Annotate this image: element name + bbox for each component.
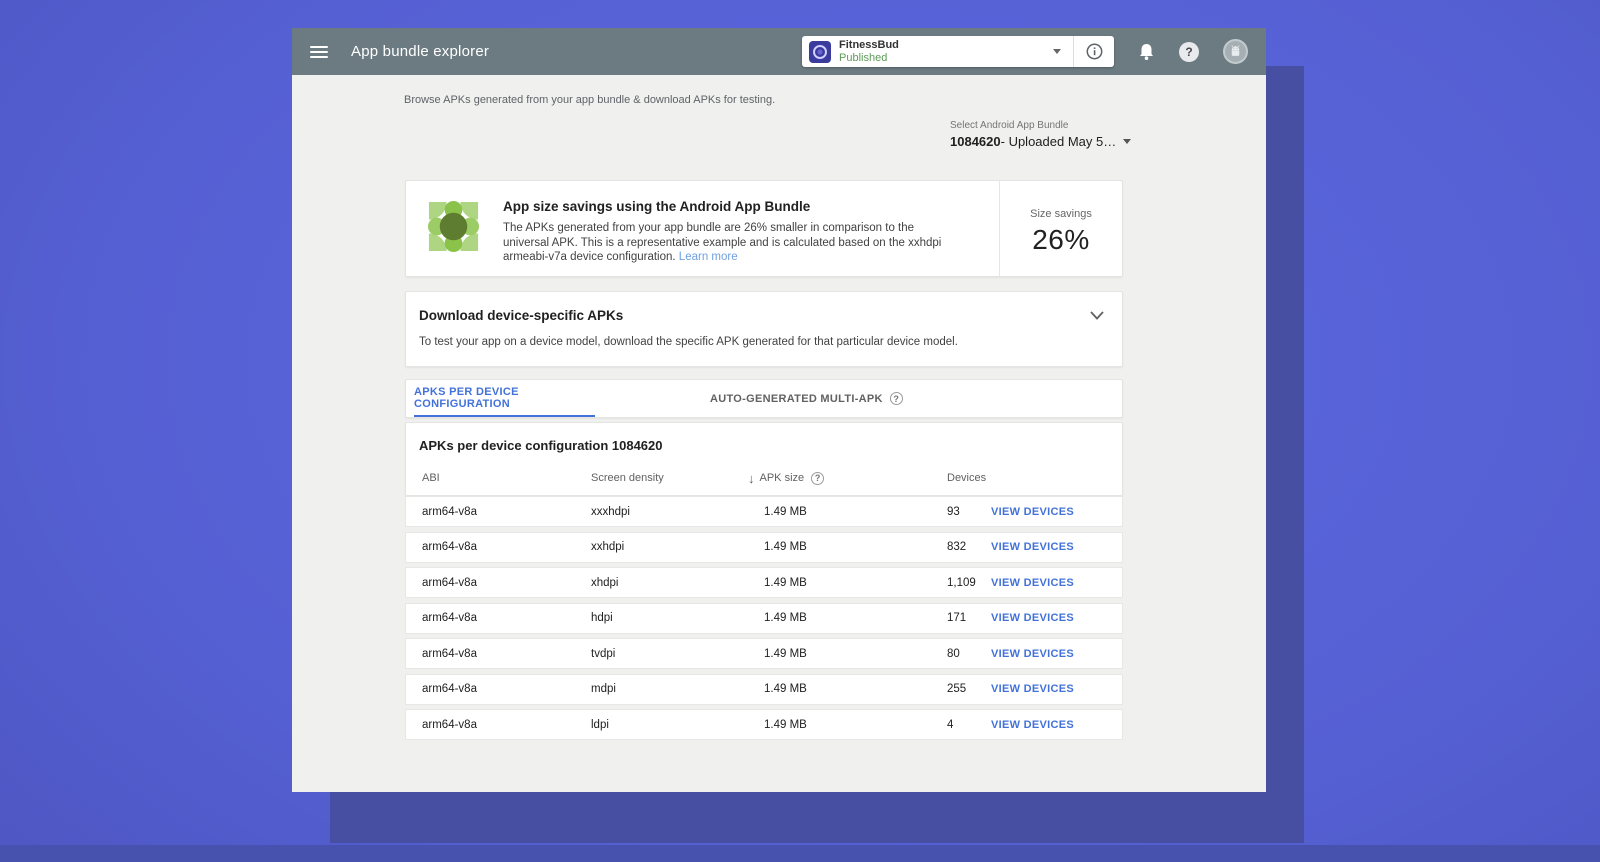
table-row: arm64-v8a tvdpi 1.49 MB 80 VIEW DEVICES <box>405 638 1123 669</box>
cell-abi: arm64-v8a <box>422 718 477 731</box>
cell-apk-size: 1.49 MB <box>764 647 807 660</box>
column-devices: Devices <box>947 472 987 484</box>
help-icon[interactable]: ? <box>1179 41 1199 62</box>
help-icon: ? <box>811 471 825 485</box>
column-abi: ABI <box>422 472 440 484</box>
table-rows: arm64-v8a xxxhdpi 1.49 MB 93 VIEW DEVICE… <box>405 496 1123 745</box>
cell-devices: 1,109 <box>947 576 976 589</box>
table-row: arm64-v8a mdpi 1.49 MB 255 VIEW DEVICES <box>405 673 1123 705</box>
size-savings-card: App size savings using the Android App B… <box>405 180 1123 277</box>
bundle-select-dropdown[interactable]: Select Android App Bundle 1084620 - Uplo… <box>950 120 1132 149</box>
view-devices-link[interactable]: VIEW DEVICES <box>991 541 1122 553</box>
sort-descending-icon: ↓ <box>748 470 755 486</box>
top-app-bar: App bundle explorer FitnessBud Published <box>292 28 1266 75</box>
view-devices-link[interactable]: VIEW DEVICES <box>991 648 1122 660</box>
savings-card-body: The APKs generated from your app bundle … <box>503 222 942 264</box>
cell-devices: 4 <box>947 718 954 731</box>
background-bottom-band <box>0 845 1600 862</box>
table-row: arm64-v8a ldpi 1.49 MB 4 VIEW DEVICES <box>405 709 1123 740</box>
cell-screen-density: xhdpi <box>591 576 619 589</box>
cell-abi: arm64-v8a <box>422 612 477 624</box>
page-description: Browse APKs generated from your app bund… <box>404 94 776 106</box>
size-savings-summary: Size savings 26% <box>999 181 1122 276</box>
app-selector-dropdown[interactable]: FitnessBud Published <box>802 36 1114 67</box>
cell-screen-density: mdpi <box>591 683 616 695</box>
learn-more-link[interactable]: Learn more <box>679 251 738 263</box>
cell-devices: 255 <box>947 683 967 695</box>
apk-table-header-card: APKs per device configuration 1084620 AB… <box>405 422 1123 496</box>
cell-devices: 171 <box>947 612 967 624</box>
bundle-select-label: Select Android App Bundle <box>950 120 1069 131</box>
download-card-body: To test your app on a device model, down… <box>419 336 958 348</box>
table-row: arm64-v8a xxhdpi 1.49 MB 832 VIEW DEVICE… <box>405 531 1123 563</box>
app-logo-icon <box>809 40 831 63</box>
table-row: arm64-v8a xxxhdpi 1.49 MB 93 VIEW DEVICE… <box>405 496 1123 527</box>
table-column-headers: ABI Screen density ↓ APK size ? Devices <box>406 467 1122 489</box>
selected-app-status: Published <box>839 51 888 64</box>
chevron-down-icon <box>1053 49 1061 54</box>
app-bundle-explorer-window: App bundle explorer FitnessBud Published <box>292 28 1266 792</box>
savings-card-title: App size savings using the Android App B… <box>503 199 811 214</box>
app-bundle-icon <box>427 200 480 253</box>
cell-apk-size: 1.49 MB <box>764 541 807 553</box>
cell-screen-density: tvdpi <box>591 647 616 660</box>
view-devices-link[interactable]: VIEW DEVICES <box>991 577 1122 589</box>
cell-screen-density: xxhdpi <box>591 541 625 553</box>
android-robot-icon <box>1223 39 1248 64</box>
tabs-bar: APKS PER DEVICE CONFIGURATION AUTO-GENER… <box>405 379 1123 418</box>
menu-icon[interactable] <box>310 45 328 58</box>
cell-screen-density: ldpi <box>591 718 609 731</box>
page-title: App bundle explorer <box>351 43 490 60</box>
cell-devices: 80 <box>947 647 960 660</box>
view-devices-link[interactable]: VIEW DEVICES <box>991 506 1122 518</box>
cell-abi: arm64-v8a <box>422 576 477 589</box>
table-row: arm64-v8a xhdpi 1.49 MB 1,109 VIEW DEVIC… <box>405 567 1123 598</box>
cell-abi: arm64-v8a <box>422 683 477 695</box>
chevron-down-icon <box>1123 139 1132 144</box>
size-savings-label: Size savings <box>1030 208 1092 220</box>
column-screen-density: Screen density <box>591 472 664 484</box>
account-avatar[interactable] <box>1223 39 1248 64</box>
cell-screen-density: xxxhdpi <box>591 505 630 518</box>
expand-chevron-icon[interactable] <box>1090 311 1104 320</box>
cell-apk-size: 1.49 MB <box>764 683 807 695</box>
help-icon: ? <box>889 392 903 405</box>
column-apk-size-sort[interactable]: ↓ APK size ? <box>748 471 947 486</box>
cell-abi: arm64-v8a <box>422 647 477 660</box>
cell-apk-size: 1.49 MB <box>764 718 807 731</box>
cell-apk-size: 1.49 MB <box>764 505 807 518</box>
download-apks-card: Download device-specific APKs To test yo… <box>405 291 1123 367</box>
cell-apk-size: 1.49 MB <box>764 612 807 624</box>
notifications-bell-icon[interactable] <box>1138 42 1155 61</box>
table-heading: APKs per device configuration 1084620 <box>419 438 663 453</box>
tab-apks-per-device-configuration[interactable]: APKS PER DEVICE CONFIGURATION <box>414 380 595 417</box>
cell-screen-density: hdpi <box>591 612 613 624</box>
table-row: arm64-v8a hdpi 1.49 MB 171 VIEW DEVICES <box>405 602 1123 634</box>
view-devices-link[interactable]: VIEW DEVICES <box>991 719 1122 731</box>
cell-abi: arm64-v8a <box>422 541 477 553</box>
cell-devices: 832 <box>947 541 967 553</box>
view-devices-link[interactable]: VIEW DEVICES <box>991 683 1122 695</box>
bundle-select-value: 1084620 - Uploaded May 5… <box>950 134 1132 149</box>
view-devices-link[interactable]: VIEW DEVICES <box>991 612 1122 624</box>
cell-abi: arm64-v8a <box>422 505 477 518</box>
download-card-title: Download device-specific APKs <box>419 308 624 323</box>
info-icon[interactable] <box>1074 43 1114 60</box>
cell-devices: 93 <box>947 505 960 518</box>
tab-auto-generated-multi-apk[interactable]: AUTO-GENERATED MULTI-APK ? <box>710 380 903 417</box>
cell-apk-size: 1.49 MB <box>764 576 807 589</box>
selected-app-name: FitnessBud <box>839 38 899 51</box>
size-savings-value: 26% <box>1032 224 1090 255</box>
